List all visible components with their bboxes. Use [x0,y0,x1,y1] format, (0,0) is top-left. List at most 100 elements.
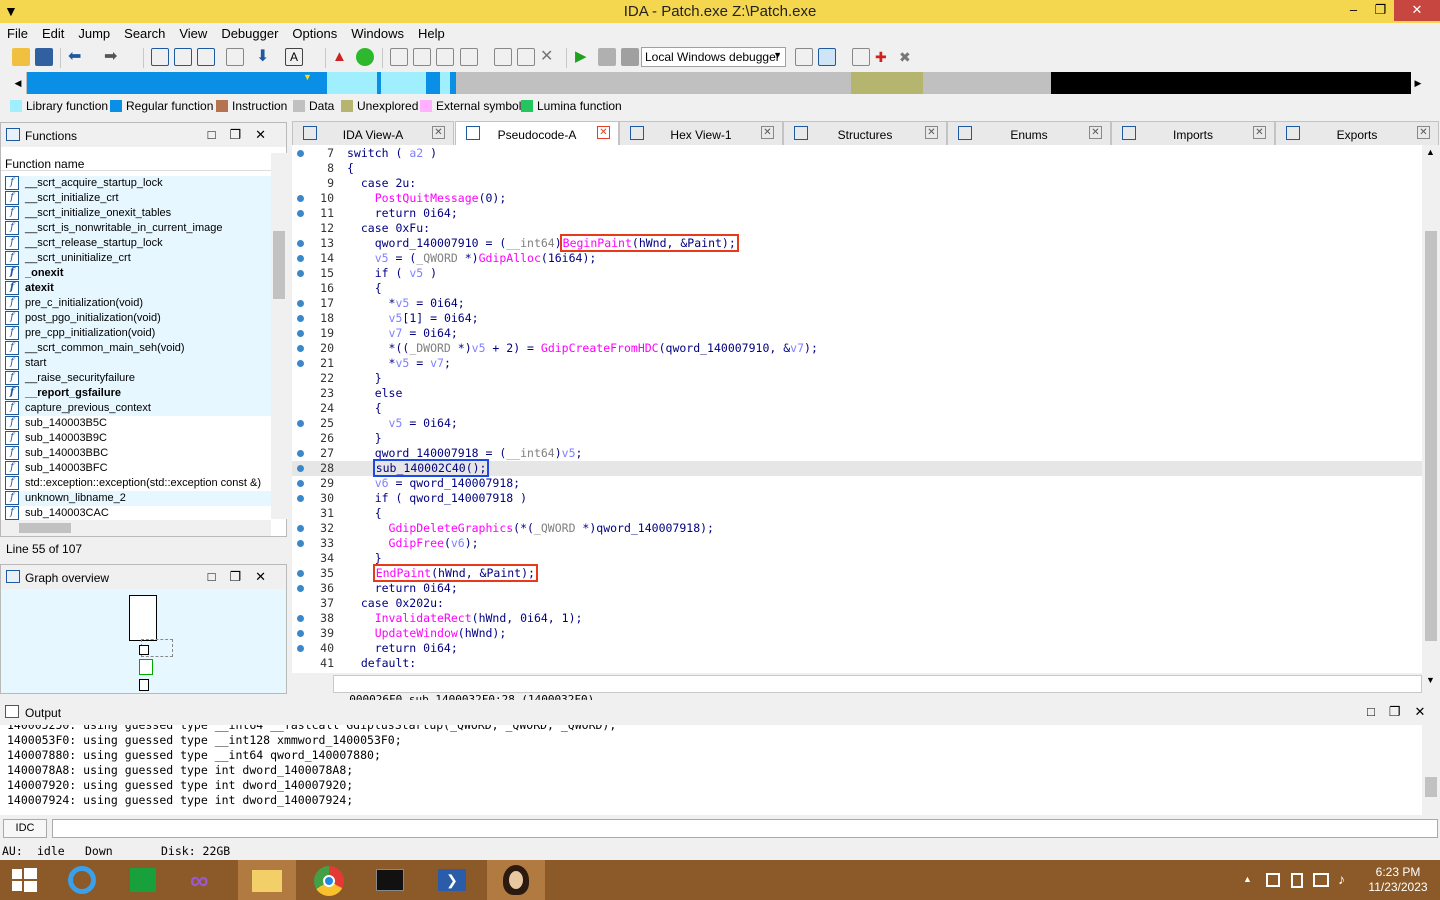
menu-view[interactable]: View [172,23,214,41]
output-vscroll-thumb[interactable] [1425,777,1437,797]
code-line[interactable]: 33 GdipFree(v6); [292,536,1422,551]
function-row[interactable]: f capture_previous_context [5,401,271,416]
action-center-icon[interactable] [1266,873,1280,887]
internet-explorer-icon[interactable] [56,860,108,900]
save-icon[interactable] [35,48,53,66]
menu-search[interactable]: Search [117,23,172,41]
code-line[interactable]: 32 GdipDeleteGraphics(*(_QWORD *)qword_1… [292,521,1422,536]
menu-help[interactable]: Help [411,23,452,41]
menu-windows[interactable]: Windows [344,23,411,41]
code-line[interactable]: 41 default: [292,656,1422,671]
code-line[interactable]: 23 else [292,386,1422,401]
tab-hex-view-1[interactable]: Hex View-1 ✕ [619,121,783,145]
navigation-band[interactable]: ◀ ▶ ▼ [10,72,1425,94]
menu-debugger[interactable]: Debugger [214,23,285,41]
debugger-select[interactable]: Local Windows debugger ▼ [641,47,786,67]
seg-icon[interactable] [460,48,478,66]
code-line[interactable]: 15 if ( v5 ) [292,266,1422,281]
code-line[interactable]: 28 sub_140002C40(); [292,459,1422,477]
output-log[interactable]: 140005250: using guessed type __int64 __… [0,725,1422,815]
code-line[interactable]: 25 v5 = 0i64; [292,416,1422,431]
function-row[interactable]: f __scrt_is_nonwritable_in_current_image [5,221,271,236]
plugin-remove-icon[interactable]: ✖ [899,48,917,66]
play-icon[interactable]: ▶ [575,48,593,66]
tab-close-icon[interactable]: ✕ [1089,126,1102,139]
code-line[interactable]: 40 return 0i64; [292,641,1422,656]
code-line[interactable]: 37 case 0x202u: [292,596,1422,611]
code-line[interactable]: 21 *v5 = v7; [292,356,1422,371]
function-row[interactable]: f __scrt_acquire_startup_lock [5,176,271,191]
pseudocode-vscroll[interactable]: ▲ ▼ [1422,145,1440,690]
function-row[interactable]: f __scrt_common_main_seh(void) [5,341,271,356]
scroll-down-icon[interactable]: ▼ [1426,675,1435,685]
decompile-icon[interactable] [818,48,836,66]
file-explorer-icon[interactable] [238,860,296,900]
close-button[interactable]: ✕ [1394,0,1440,21]
back-icon[interactable]: ⬅ [68,48,86,66]
green-circle-icon[interactable] [356,48,374,66]
tab-pseudocode-a[interactable]: Pseudocode-A ✕ [455,121,619,146]
ida-taskbar-icon[interactable] [487,860,545,900]
plugin-add-icon[interactable]: ✚ [875,48,893,66]
idc-input[interactable] [52,819,1438,838]
code-line[interactable]: 12 case 0xFu: [292,221,1422,236]
code-line[interactable]: 29 v6 = qword_140007918; [292,476,1422,491]
function-row[interactable]: f start [5,356,271,371]
code-line[interactable]: 17 *v5 = 0i64; [292,296,1422,311]
pause-icon[interactable] [598,48,616,66]
output-vscroll[interactable] [1422,725,1440,815]
enum-icon[interactable] [413,48,431,66]
nav-arrow-right-icon[interactable]: ▶ [1411,72,1425,94]
code-line[interactable]: 24 { [292,401,1422,416]
pseudocode-view[interactable]: 7 switch ( a2 ) 8{9 case 2u: 10 PostQuitMes… [292,145,1422,673]
pseudocode-vscroll-thumb[interactable] [1425,231,1437,641]
function-row[interactable]: f atexit [5,281,271,296]
function-row[interactable]: f pre_c_initialization(void) [5,296,271,311]
function-row[interactable]: f __scrt_release_startup_lock [5,236,271,251]
scroll-up-icon[interactable]: ▲ [1426,147,1435,157]
powershell-icon[interactable]: ❯ [426,860,478,900]
code-line[interactable]: 16 { [292,281,1422,296]
function-row[interactable]: f pre_cpp_initialization(void) [5,326,271,341]
functions-vscroll[interactable] [271,153,287,519]
code-line[interactable]: 36 return 0i64; [292,581,1422,596]
code-line[interactable]: 7 switch ( a2 ) [292,146,1422,161]
network-icon[interactable] [1313,873,1329,887]
code-line[interactable]: 14 v5 = (_QWORD *)GdipAlloc(16i64); [292,251,1422,266]
open-icon[interactable] [12,48,30,66]
text-search-icon[interactable] [174,48,192,66]
code-line[interactable]: 31 { [292,506,1422,521]
report-icon[interactable] [852,48,870,66]
code-line[interactable]: 8{ [292,161,1422,176]
code-line[interactable]: 26 } [292,431,1422,446]
function-name-header[interactable]: Function name [1,153,271,171]
code-line[interactable]: 27 qword_140007918 = (__int64)v5; [292,446,1422,461]
function-row[interactable]: f __report_gsfailure [5,386,271,401]
stop-icon[interactable] [621,48,639,66]
function-row[interactable]: f _onexit [5,266,271,281]
code-line[interactable]: 10 PostQuitMessage(0); [292,191,1422,206]
code-line[interactable]: 39 UpdateWindow(hWnd); [292,626,1422,641]
functions-hscroll-thumb[interactable] [19,523,71,533]
dbg-settings-icon[interactable] [795,48,813,66]
functions-window-buttons[interactable]: □❐✕ [208,127,280,143]
code-line[interactable]: 34 } [292,551,1422,566]
function-row[interactable]: f sub_140003B9C [5,431,271,446]
function-row[interactable]: f sub_140003CAC [5,506,271,520]
jump-down-icon[interactable]: ⬇ [256,48,274,66]
restore-button[interactable]: ❐ [1367,0,1394,21]
code-icon[interactable] [226,48,244,66]
graph-node-b[interactable] [139,659,153,675]
visual-studio-icon[interactable]: ∞ [180,860,232,900]
tab-close-icon[interactable]: ✕ [761,126,774,139]
warning-icon[interactable]: ▲ [332,48,350,66]
show-hidden-icons[interactable]: ▲ [1243,874,1252,884]
binary-search-icon[interactable] [151,48,169,66]
graph-node-main[interactable] [129,595,157,641]
tab-ida-view-a[interactable]: IDA View-A ✕ [292,121,454,145]
tab-close-icon[interactable]: ✕ [1417,126,1430,139]
output-window-buttons[interactable]: □❐✕ [1367,704,1439,720]
code-line[interactable]: 11 return 0i64; [292,206,1422,221]
code-line[interactable]: 30 if ( qword_140007918 ) [292,491,1422,506]
function-row[interactable]: f post_pgo_initialization(void) [5,311,271,326]
